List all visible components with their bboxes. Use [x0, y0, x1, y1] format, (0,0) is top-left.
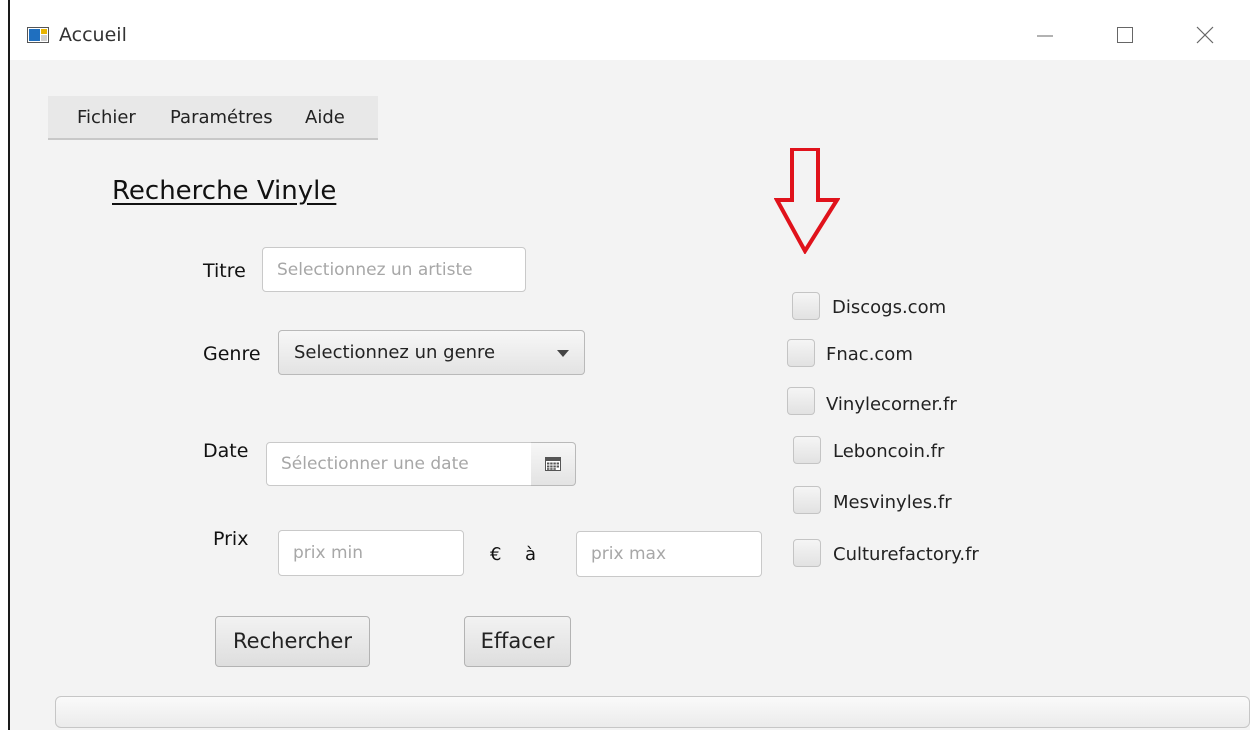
close-icon — [1196, 26, 1214, 44]
maximize-button[interactable] — [1085, 10, 1165, 60]
chevron-down-icon — [557, 350, 569, 357]
checkbox-vinylecorner[interactable] — [787, 387, 815, 415]
search-button[interactable]: Rechercher — [215, 616, 370, 667]
page-title: Recherche Vinyle — [112, 176, 337, 206]
app-window: Accueil Fichier Paramétres Aide Recherch… — [10, 10, 1250, 730]
titre-label: Titre — [203, 260, 246, 282]
date-label: Date — [203, 440, 249, 462]
label-leboncoin: Leboncoin.fr — [833, 441, 945, 462]
prix-label: Prix — [213, 528, 249, 550]
label-vinylecorner: Vinylecorner.fr — [826, 394, 957, 415]
checkbox-discogs[interactable] — [792, 292, 820, 320]
window-title: Accueil — [59, 24, 127, 46]
label-culturefactory: Culturefactory.fr — [833, 544, 979, 565]
genre-select-value: Selectionnez un genre — [294, 342, 496, 363]
menu-fichier[interactable]: Fichier — [77, 107, 136, 128]
prix-max-input[interactable] — [576, 531, 762, 577]
close-button[interactable] — [1165, 10, 1245, 60]
prix-min-input[interactable] — [278, 530, 464, 576]
title-bar: Accueil — [10, 10, 1250, 60]
left-edge — [0, 0, 10, 730]
genre-select[interactable]: Selectionnez un genre — [278, 330, 585, 375]
checkbox-leboncoin[interactable] — [793, 436, 821, 464]
checkbox-fnac[interactable] — [787, 339, 815, 367]
minimize-icon — [1037, 35, 1053, 37]
clear-button[interactable]: Effacer — [464, 616, 571, 667]
label-mesvinyles: Mesvinyles.fr — [833, 492, 952, 513]
status-bar — [55, 696, 1250, 728]
genre-label: Genre — [203, 343, 261, 365]
calendar-icon — [545, 457, 561, 471]
menu-aide[interactable]: Aide — [305, 107, 345, 128]
label-discogs: Discogs.com — [832, 297, 947, 318]
menu-parametres[interactable]: Paramétres — [170, 107, 273, 128]
minimize-button[interactable] — [1005, 10, 1085, 60]
currency-label: € — [490, 544, 502, 565]
date-picker-button[interactable] — [531, 442, 576, 486]
label-fnac: Fnac.com — [826, 344, 913, 365]
titre-input[interactable] — [262, 247, 526, 292]
down-arrow-icon — [774, 148, 840, 254]
window-icon — [27, 27, 49, 43]
menu-bar: Fichier Paramétres Aide — [48, 96, 378, 140]
checkbox-culturefactory[interactable] — [793, 539, 821, 567]
range-separator: à — [525, 544, 537, 565]
maximize-icon — [1117, 27, 1133, 43]
checkbox-mesvinyles[interactable] — [793, 486, 821, 514]
date-input[interactable] — [266, 442, 532, 486]
